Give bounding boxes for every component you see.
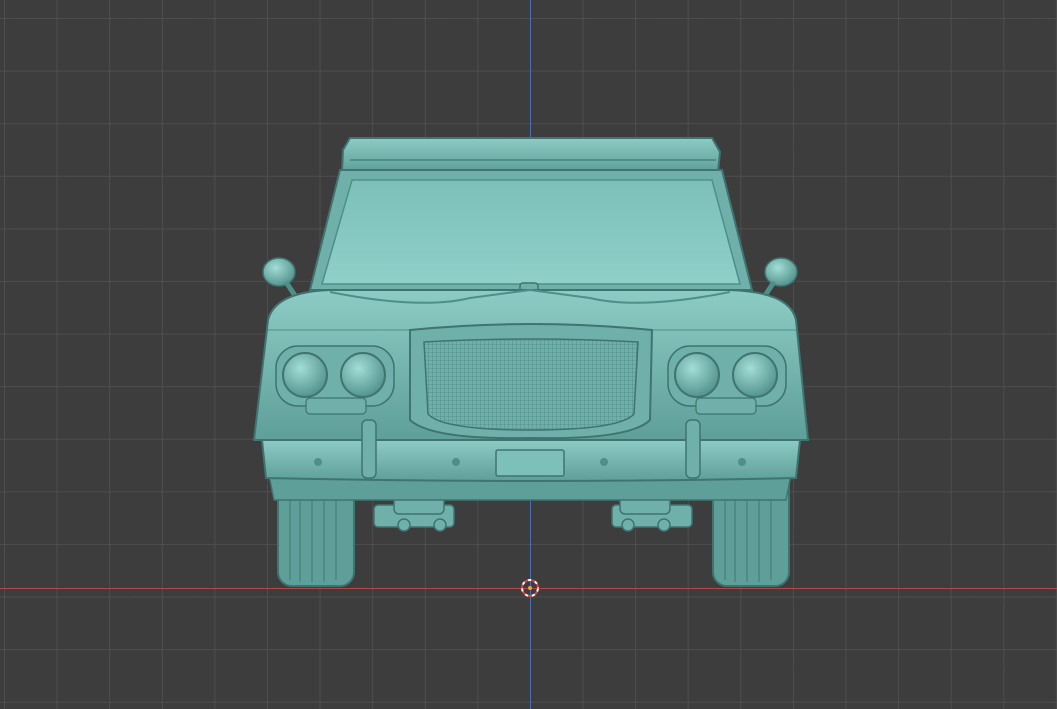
grille: [423, 338, 639, 431]
car-model[interactable]: [0, 0, 1057, 709]
right-headlights: [667, 345, 787, 415]
roof: [340, 137, 722, 173]
left-side-mirror: [262, 257, 301, 302]
windshield: [321, 179, 741, 285]
3d-cursor-icon[interactable]: [520, 578, 540, 598]
left-headlights: [275, 345, 395, 415]
3d-viewport[interactable]: [0, 0, 1057, 709]
right-side-mirror: [759, 257, 798, 302]
license-plate: [495, 449, 565, 477]
